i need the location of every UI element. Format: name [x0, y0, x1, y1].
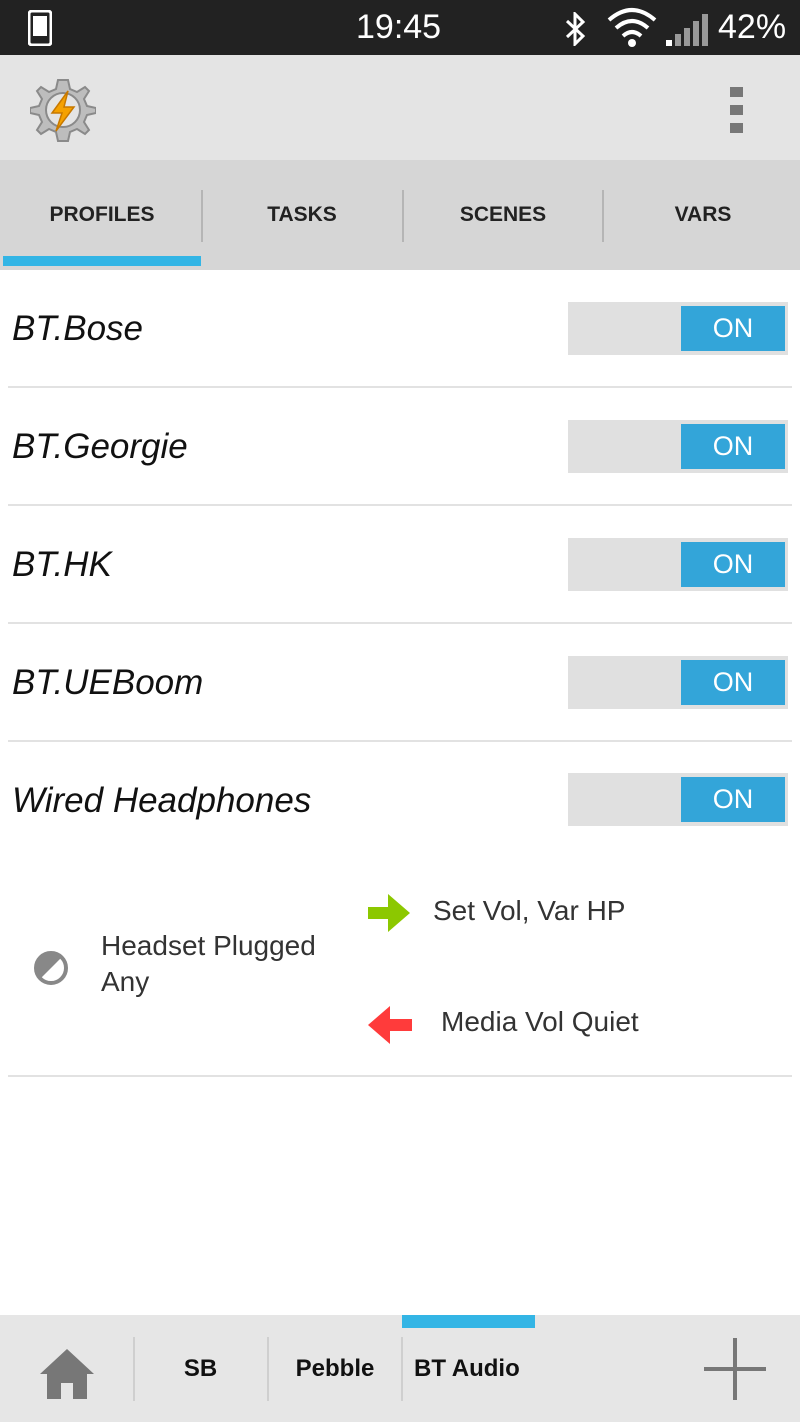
- tab-scenes[interactable]: SCENES: [403, 160, 603, 270]
- profile-name: BT.HK: [12, 544, 112, 584]
- active-project-indicator: [402, 1315, 535, 1328]
- row-divider: [8, 1075, 792, 1077]
- home-icon[interactable]: [38, 1347, 96, 1401]
- profile-row[interactable]: BT.UEBoom ON: [0, 624, 800, 741]
- context-label[interactable]: Headset Plugged: [101, 930, 316, 962]
- profile-name: Wired Headphones: [12, 780, 312, 820]
- profile-name: BT.Georgie: [12, 426, 188, 466]
- bluetooth-icon: [565, 12, 586, 46]
- tab-vars[interactable]: VARS: [603, 160, 800, 270]
- context-sublabel[interactable]: Any: [101, 966, 149, 998]
- project-bar: SB Pebble BT Audio: [0, 1315, 800, 1422]
- state-context-icon[interactable]: [33, 950, 69, 986]
- project-tab-pebble[interactable]: Pebble: [269, 1315, 401, 1422]
- app-logo-gear-icon[interactable]: [30, 77, 96, 143]
- exit-arrow-icon: [368, 1006, 412, 1044]
- toggle-thumb: ON: [681, 660, 785, 705]
- active-tab-indicator: [3, 256, 201, 266]
- exit-task-label[interactable]: Media Vol Quiet: [441, 1006, 639, 1038]
- project-tab-sb[interactable]: SB: [135, 1315, 266, 1422]
- wifi-icon: [607, 8, 657, 47]
- profile-name: BT.Bose: [12, 308, 144, 348]
- toggle-thumb: ON: [681, 542, 785, 587]
- profile-toggle[interactable]: ON: [568, 538, 788, 591]
- signal-icon: [666, 14, 708, 46]
- project-tab-bt-audio[interactable]: BT Audio: [402, 1315, 535, 1422]
- battery-percent: 42%: [718, 8, 787, 46]
- profile-row[interactable]: BT.Bose ON: [0, 270, 800, 387]
- tab-tasks[interactable]: TASKS: [202, 160, 402, 270]
- profile-toggle[interactable]: ON: [568, 773, 788, 826]
- profile-toggle[interactable]: ON: [568, 656, 788, 709]
- phone-icon: [28, 10, 52, 46]
- enter-task-label[interactable]: Set Vol, Var HP: [433, 895, 625, 927]
- status-time: 19:45: [356, 8, 442, 46]
- tab-bar: PROFILES TASKS SCENES VARS: [0, 160, 800, 270]
- tab-profiles[interactable]: PROFILES: [2, 160, 202, 270]
- add-icon[interactable]: [704, 1338, 766, 1400]
- action-bar: [0, 55, 800, 160]
- profile-name: BT.UEBoom: [12, 662, 204, 702]
- profile-toggle[interactable]: ON: [568, 302, 788, 355]
- toggle-thumb: ON: [681, 424, 785, 469]
- profile-row[interactable]: BT.Georgie ON: [0, 388, 800, 505]
- status-bar: 19:45 42%: [0, 0, 800, 55]
- toggle-thumb: ON: [681, 306, 785, 351]
- toggle-thumb: ON: [681, 777, 785, 822]
- profile-row[interactable]: BT.HK ON: [0, 506, 800, 623]
- profile-row-expanded[interactable]: Wired Headphones ON: [0, 742, 800, 859]
- overflow-menu-icon[interactable]: [728, 85, 746, 135]
- enter-arrow-icon: [368, 894, 410, 932]
- profile-toggle[interactable]: ON: [568, 420, 788, 473]
